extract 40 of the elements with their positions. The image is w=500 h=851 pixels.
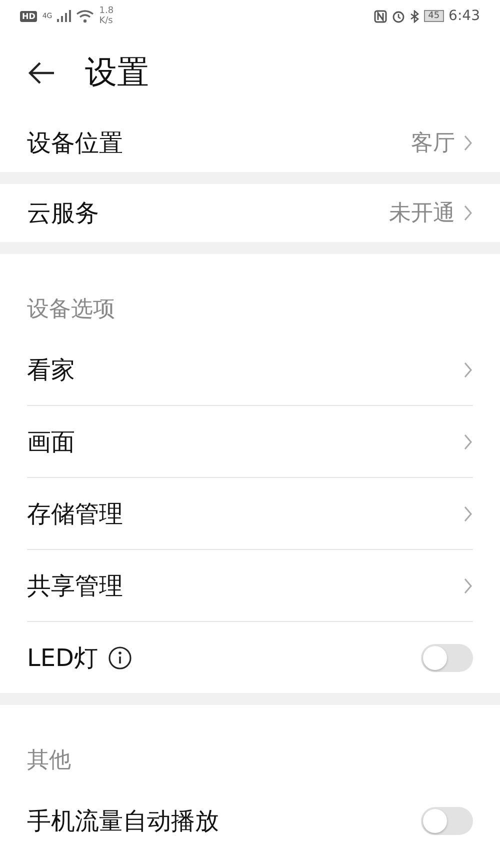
section-heading: 设备选项	[27, 296, 116, 324]
chevron-icon	[463, 204, 473, 222]
settings-row[interactable]: 云服务 未开通	[27, 184, 473, 242]
clock: 6:43	[448, 8, 480, 24]
page-title: 设置	[85, 52, 149, 93]
back-arrow-icon	[27, 61, 55, 85]
row-value: 客厅	[411, 130, 455, 158]
back-button[interactable]	[27, 61, 55, 85]
settings-row[interactable]: 设备位置 客厅	[27, 114, 473, 172]
row-label: 画面	[27, 426, 75, 458]
network-speed: 1.8 K/s	[99, 6, 115, 26]
chevron-icon	[463, 360, 473, 378]
chevron-icon	[463, 504, 473, 522]
row-label: 存储管理	[27, 498, 123, 530]
signal-icon	[57, 10, 72, 22]
chevron-icon	[463, 432, 473, 450]
hd-icon: HD	[20, 10, 38, 22]
settings-row[interactable]: 看家	[27, 334, 473, 406]
alarm-icon	[392, 10, 406, 22]
row-label: 共享管理	[27, 570, 123, 602]
chevron-icon	[463, 134, 473, 152]
row-label: 云服务	[27, 198, 99, 229]
row-label: LED灯	[27, 642, 98, 674]
toggle-switch[interactable]	[421, 644, 473, 672]
row-label: 看家	[27, 354, 75, 386]
settings-row[interactable]: 画面	[27, 406, 473, 478]
chevron-icon	[463, 576, 473, 594]
bluetooth-icon	[410, 10, 420, 22]
battery-icon: 45	[424, 10, 444, 22]
settings-row[interactable]: 共享管理	[27, 550, 473, 622]
wifi-icon	[76, 10, 94, 22]
section-heading: 其他	[27, 747, 72, 775]
toggle-switch[interactable]	[421, 806, 473, 834]
nfc-icon	[374, 10, 388, 22]
settings-row[interactable]: 手机流量自动播放	[27, 785, 473, 851]
settings-row[interactable]: LED灯	[27, 622, 473, 693]
row-label: 设备位置	[27, 128, 123, 159]
settings-row[interactable]: 存储管理	[27, 478, 473, 550]
row-label: 手机流量自动播放	[27, 806, 219, 836]
row-value: 未开通	[389, 200, 455, 228]
